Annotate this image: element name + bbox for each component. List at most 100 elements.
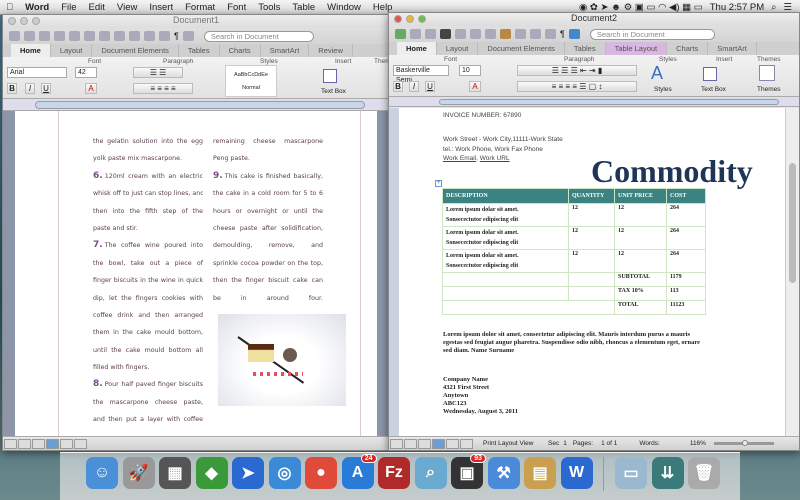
cost-cell[interactable]: 264 <box>666 249 706 273</box>
dock-chrome-icon[interactable]: ● <box>305 457 337 489</box>
menu-help[interactable]: Help <box>367 2 399 13</box>
sidebar-icon[interactable] <box>182 31 194 41</box>
unit-price-cell[interactable]: 12 <box>614 226 667 250</box>
list-buttons[interactable]: ☰ ☰ ☰ ⇤ ⇥ ▮ <box>517 65 637 76</box>
zoom-slider[interactable] <box>713 440 774 446</box>
font-name-field[interactable]: Arial <box>7 67 67 78</box>
search-input[interactable]: Search in Document <box>203 30 314 42</box>
paste-icon[interactable] <box>500 29 511 39</box>
font-size-field[interactable]: 42 <box>75 67 97 78</box>
tab-document-elements[interactable]: Document Elements <box>478 42 565 55</box>
print-icon[interactable] <box>69 31 80 41</box>
dock-adium-icon[interactable]: ◆ <box>195 457 228 489</box>
close-button[interactable] <box>394 15 402 23</box>
tab-layout[interactable]: Layout <box>437 42 479 55</box>
apple-menu-icon[interactable]:  <box>0 2 19 13</box>
bold-button[interactable]: B <box>393 81 403 92</box>
minimize-button[interactable] <box>20 17 28 25</box>
tab-review[interactable]: Review <box>309 44 353 57</box>
style-gallery[interactable]: AaBbCcDdEe Normal <box>225 65 277 97</box>
table-move-handle[interactable]: + <box>435 180 442 187</box>
print-icon[interactable] <box>455 29 466 39</box>
unit-price-cell[interactable]: 12 <box>614 203 667 227</box>
tab-document-elements[interactable]: Document Elements <box>92 44 179 57</box>
dock-installer-icon[interactable]: ▤ <box>524 457 556 489</box>
tab-smartart[interactable]: SmartArt <box>261 44 310 57</box>
ruler[interactable] <box>3 99 389 111</box>
cut-icon[interactable] <box>470 29 481 39</box>
close-button[interactable] <box>8 17 16 25</box>
tab-tables[interactable]: Tables <box>179 44 220 57</box>
text-box-button[interactable]: Text Box <box>701 86 726 93</box>
description-cell[interactable]: Lorem ipsum dolar sit amet. Sonsecectutor… <box>442 203 569 227</box>
redo-icon[interactable] <box>545 29 556 39</box>
ruler[interactable] <box>389 97 799 107</box>
menu-app-name[interactable]: Word <box>19 2 55 13</box>
menu-view[interactable]: View <box>111 2 143 13</box>
focus-view-button[interactable] <box>460 438 473 449</box>
url-link[interactable]: Work URL <box>480 155 510 162</box>
dock-app-icon[interactable]: ▣ 93 <box>451 454 486 489</box>
quantity-cell[interactable]: 12 <box>568 249 615 273</box>
outline-view-button[interactable] <box>18 438 31 449</box>
notebook-view-button[interactable] <box>446 438 459 449</box>
tab-smartart[interactable]: SmartArt <box>708 42 757 55</box>
copy-icon[interactable] <box>485 29 496 39</box>
minimize-button[interactable] <box>406 15 414 23</box>
menu-file[interactable]: File <box>55 2 82 13</box>
menu-edit[interactable]: Edit <box>83 2 111 13</box>
bullets-button[interactable]: ☰ ☰ <box>133 67 183 78</box>
pilcrow-icon[interactable]: ¶ <box>560 29 565 39</box>
quantity-cell[interactable]: 12 <box>568 203 615 227</box>
templates-icon[interactable] <box>24 31 35 41</box>
dock-dictionary-icon[interactable]: ⌕ <box>414 457 447 489</box>
underline-button[interactable]: U <box>425 81 435 92</box>
copy-icon[interactable] <box>99 31 110 41</box>
text-box-button[interactable]: Text Box <box>321 88 346 95</box>
font-name-field[interactable]: Baskerville Semi... <box>393 65 449 84</box>
dock-sparrow-icon[interactable]: ➤ <box>232 457 264 489</box>
cut-icon[interactable] <box>84 31 95 41</box>
pilcrow-icon[interactable]: ¶ <box>174 31 179 41</box>
tab-home[interactable]: Home <box>11 44 51 57</box>
bold-button[interactable]: B <box>7 83 17 94</box>
styles-icon[interactable]: A <box>651 63 663 84</box>
zoom-button[interactable] <box>418 15 426 23</box>
align-buttons[interactable]: ≡ ≡ ≡ ≡ <box>133 83 193 94</box>
notebook-view-button[interactable] <box>60 438 73 449</box>
italic-button[interactable]: I <box>409 81 419 92</box>
description-cell[interactable]: Lorem ipsum dolar sit amet. Sonsecectutor… <box>442 249 569 273</box>
publishing-view-button[interactable] <box>32 438 45 449</box>
dock-finder-icon[interactable]: ☺ <box>86 457 118 489</box>
dock-downloads-folder-icon[interactable]: ⇊ <box>651 457 684 489</box>
sidebar-icon[interactable] <box>568 29 580 39</box>
dock-trash-icon[interactable]: 🗑 <box>688 457 720 489</box>
dock-app-store-icon[interactable]: A 24 <box>341 454 377 489</box>
undo-icon[interactable] <box>530 29 541 39</box>
save-icon[interactable] <box>440 29 451 39</box>
menu-window[interactable]: Window <box>321 2 367 13</box>
font-color-button[interactable]: A <box>469 81 481 92</box>
menu-tools[interactable]: Tools <box>252 2 286 13</box>
save-icon[interactable] <box>54 31 65 41</box>
dock-word-icon[interactable]: W <box>560 457 593 489</box>
italic-button[interactable]: I <box>25 83 35 94</box>
print-layout-view-button[interactable] <box>432 438 445 449</box>
font-color-button[interactable]: A <box>85 83 97 94</box>
templates-icon[interactable] <box>410 29 421 39</box>
publishing-view-button[interactable] <box>418 438 431 449</box>
dock-xcode-icon[interactable]: ⚒ <box>487 457 520 489</box>
new-icon[interactable] <box>9 31 20 41</box>
search-input[interactable]: Search in Document <box>589 28 715 40</box>
email-link[interactable]: Work Email <box>443 155 476 162</box>
tab-charts[interactable]: Charts <box>667 42 709 55</box>
underline-button[interactable]: U <box>41 83 51 94</box>
format-painter-icon[interactable] <box>515 29 526 39</box>
themes-button[interactable]: Themes <box>757 86 780 93</box>
description-cell[interactable]: Lorem ipsum dolar sit amet. Sonsecectutor… <box>442 226 569 250</box>
tab-home[interactable]: Home <box>397 42 437 55</box>
cost-cell[interactable]: 264 <box>666 226 706 250</box>
open-icon[interactable] <box>39 31 50 41</box>
quantity-cell[interactable]: 12 <box>568 226 615 250</box>
print-layout-view-button[interactable] <box>46 438 59 449</box>
